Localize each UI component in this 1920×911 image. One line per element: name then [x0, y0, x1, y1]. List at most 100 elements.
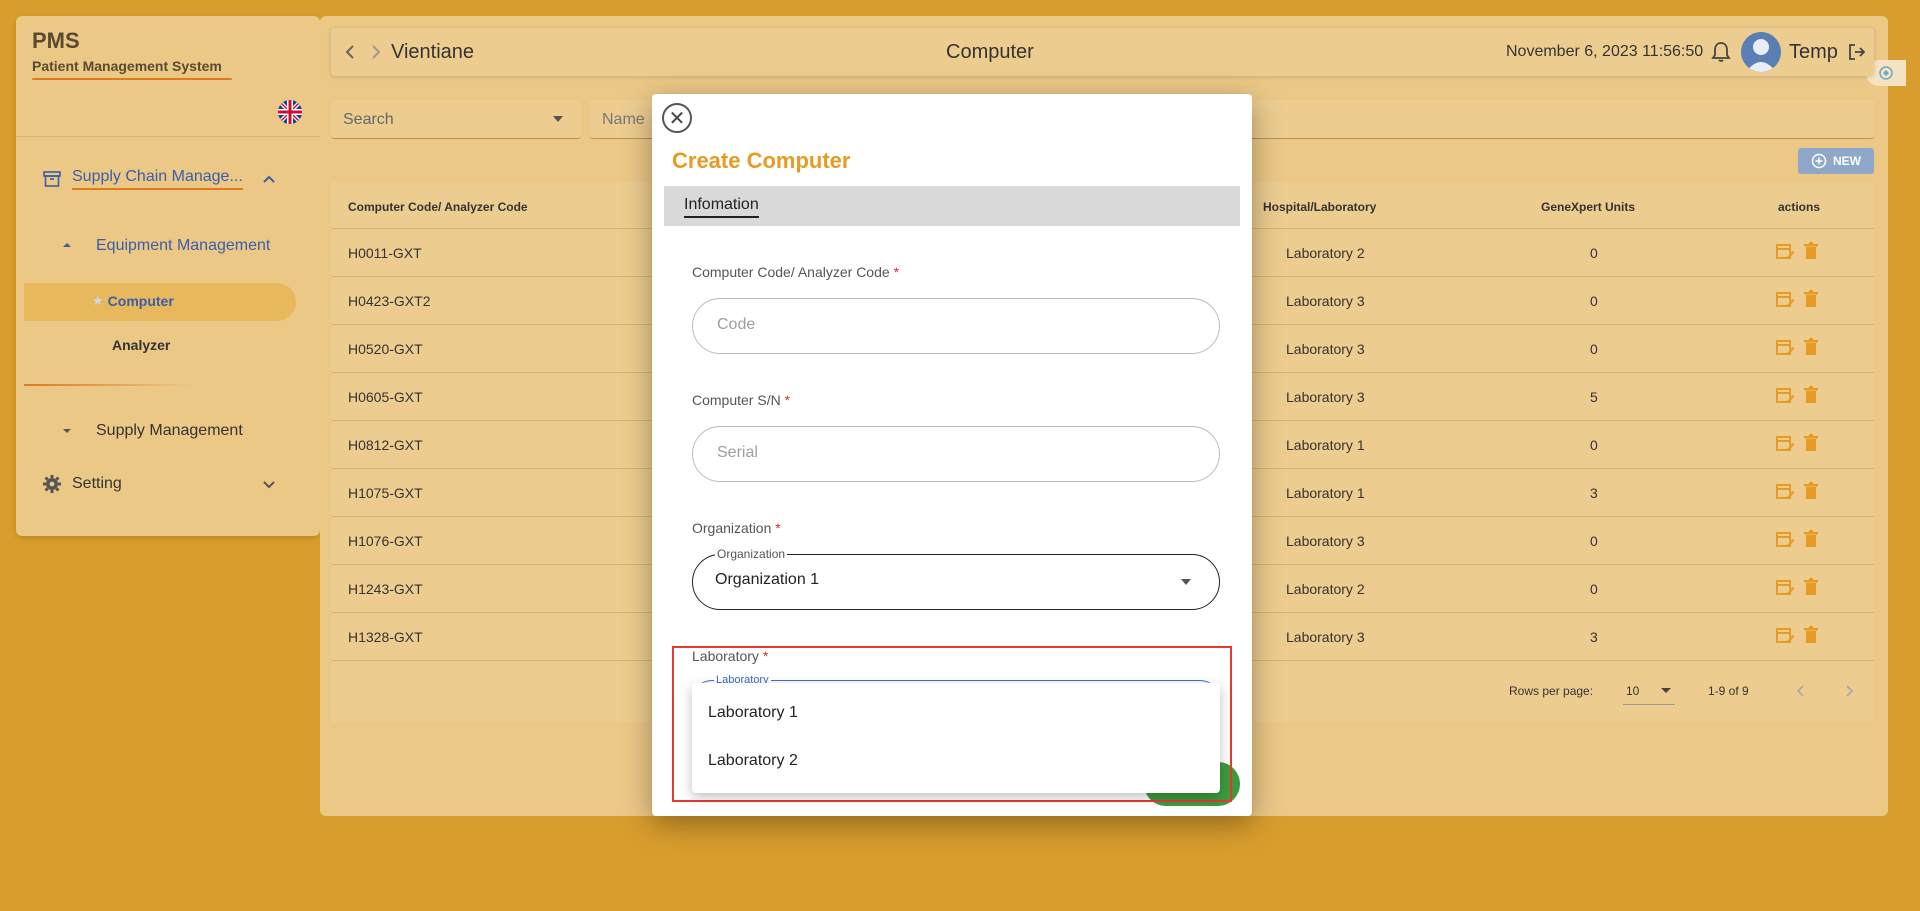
top-bar: Vientiane Computer November 6, 2023 11:5…	[331, 28, 1874, 76]
forward-arrow-icon[interactable]	[369, 44, 383, 60]
sidebar-item-analyzer[interactable]: Analyzer	[112, 337, 170, 353]
trash-icon[interactable]	[1801, 625, 1821, 645]
sidebar-item-computer[interactable]: ★ Computer	[92, 293, 174, 309]
cell-code: H1076-GXT	[348, 533, 423, 549]
bell-icon[interactable]	[1711, 41, 1731, 63]
new-button-label: NEW	[1833, 154, 1861, 168]
organization-legend: Organization	[715, 547, 788, 561]
logo-underline	[32, 78, 232, 80]
trash-icon[interactable]	[1801, 385, 1821, 405]
organization-field-label: Organization *	[692, 520, 781, 536]
back-arrow-icon[interactable]	[343, 44, 357, 60]
cell-code: H1243-GXT	[348, 581, 423, 597]
edit-calendar-icon[interactable]	[1775, 625, 1795, 645]
sidebar-subgroup-equipment[interactable]: Equipment Management	[96, 237, 270, 255]
menu-item-laboratory-1[interactable]: Laboratory 1	[708, 704, 798, 722]
chevron-down-icon[interactable]	[262, 478, 276, 492]
search-select-label: Search	[343, 111, 394, 128]
serial-label-text: Computer S/N	[692, 392, 781, 408]
organization-value: Organization 1	[715, 571, 820, 588]
menu-item-laboratory-2[interactable]: Laboratory 2	[708, 752, 798, 770]
edit-calendar-icon[interactable]	[1775, 289, 1795, 309]
edit-calendar-icon[interactable]	[1775, 577, 1795, 597]
trash-icon[interactable]	[1801, 337, 1821, 357]
cell-lab: Laboratory 1	[1286, 437, 1365, 453]
trash-icon[interactable]	[1801, 289, 1821, 309]
cell-units: 5	[1590, 389, 1598, 405]
edit-calendar-icon[interactable]	[1775, 337, 1795, 357]
cell-units: 0	[1590, 293, 1598, 309]
cell-lab: Laboratory 3	[1286, 293, 1365, 309]
archive-icon	[43, 171, 61, 187]
prev-page-icon[interactable]	[1795, 684, 1807, 698]
rows-per-page-select[interactable]: 10	[1623, 678, 1675, 705]
logout-icon[interactable]	[1847, 42, 1867, 62]
cell-units: 3	[1590, 485, 1598, 501]
cell-units: 0	[1590, 437, 1598, 453]
sidebar-item-setting[interactable]: Setting	[42, 474, 122, 494]
column-header[interactable]: Computer Code/ Analyzer Code	[348, 200, 528, 214]
laboratory-dropdown-menu: Laboratory 1 Laboratory 2	[692, 683, 1220, 793]
cell-code: H0011-GXT	[348, 245, 422, 261]
caret-down-icon	[63, 429, 71, 433]
cell-lab: Laboratory 2	[1286, 581, 1365, 597]
dialog-tabs: Infomation	[664, 186, 1240, 226]
edit-calendar-icon[interactable]	[1775, 433, 1795, 453]
cell-lab: Laboratory 3	[1286, 389, 1365, 405]
organization-label-text: Organization	[692, 520, 772, 536]
cell-units: 0	[1590, 533, 1598, 549]
search-select[interactable]: Search	[331, 100, 581, 139]
cell-lab: Laboratory 3	[1286, 341, 1365, 357]
trash-icon[interactable]	[1801, 481, 1821, 501]
trash-icon[interactable]	[1801, 433, 1821, 453]
column-header[interactable]: GeneXpert Units	[1541, 200, 1635, 214]
logo-subtitle: Patient Management System	[32, 58, 222, 74]
required-mark: *	[784, 392, 791, 408]
add-circle-icon	[1811, 153, 1827, 169]
tab-information[interactable]: Infomation	[684, 196, 759, 218]
edit-calendar-icon[interactable]	[1775, 385, 1795, 405]
logo-title: PMS	[32, 28, 80, 53]
sidebar-item-label: Analyzer	[112, 337, 171, 353]
cell-units: 3	[1590, 629, 1598, 645]
cell-units: 0	[1590, 245, 1598, 261]
user-name[interactable]: Temp	[1789, 41, 1838, 64]
rows-per-page-value: 10	[1626, 684, 1640, 698]
cell-code: H1328-GXT	[348, 629, 423, 645]
edit-calendar-icon[interactable]	[1775, 481, 1795, 501]
next-page-icon[interactable]	[1843, 684, 1855, 698]
edit-calendar-icon[interactable]	[1775, 241, 1795, 261]
serial-input[interactable]: Serial	[692, 426, 1220, 482]
user-avatar-icon	[1746, 39, 1776, 72]
trash-icon[interactable]	[1801, 241, 1821, 261]
section-divider	[24, 384, 194, 386]
sidebar-group-supply-chain[interactable]: Supply Chain Manage...	[42, 168, 243, 190]
serial-placeholder: Serial	[717, 444, 758, 461]
trash-icon[interactable]	[1801, 529, 1821, 549]
close-icon[interactable]: ✕	[662, 103, 692, 133]
datetime: November 6, 2023 11:56:50	[1506, 43, 1704, 60]
organization-select[interactable]: Organization Organization 1	[692, 547, 1220, 610]
sidebar-item-label: Supply Management	[96, 422, 243, 439]
sidebar-item-supply-management[interactable]: Supply Management	[96, 422, 243, 440]
new-button[interactable]: NEW	[1798, 148, 1874, 174]
cell-lab: Laboratory 1	[1286, 485, 1365, 501]
page-title: Computer	[946, 41, 1034, 63]
column-header[interactable]: Hospital/Laboratory	[1263, 200, 1376, 214]
cell-lab: Laboratory 3	[1286, 533, 1365, 549]
rows-per-page-label: Rows per page:	[1509, 684, 1594, 698]
cell-lab: Laboratory 3	[1286, 629, 1365, 645]
uk-flag-icon[interactable]	[278, 100, 302, 124]
pagination-range: 1-9 of 9	[1708, 684, 1749, 698]
chevron-up-icon[interactable]	[262, 172, 276, 186]
code-input[interactable]: Code	[692, 298, 1220, 354]
cell-code: H0520-GXT	[348, 341, 423, 357]
avatar[interactable]	[1741, 32, 1781, 72]
dialog-title: Create Computer	[672, 148, 851, 173]
code-placeholder: Code	[717, 316, 756, 333]
sidebar-group-label: Supply Chain Manage...	[72, 168, 243, 190]
name-filter-placeholder: Name	[602, 111, 645, 128]
edit-calendar-icon[interactable]	[1775, 529, 1795, 549]
trash-icon[interactable]	[1801, 577, 1821, 597]
required-mark: *	[893, 264, 900, 280]
